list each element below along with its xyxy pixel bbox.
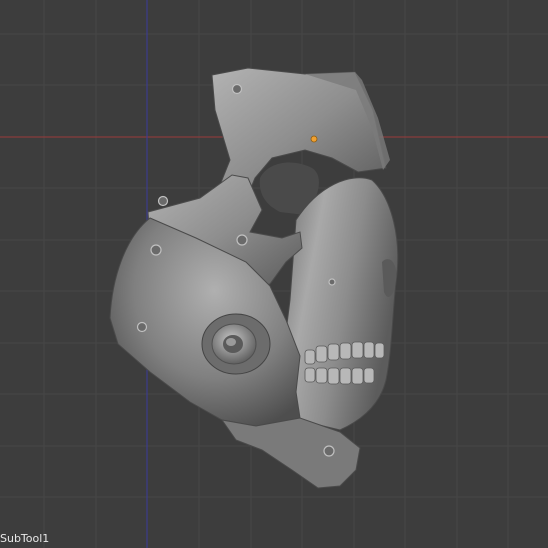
- skull-face: [279, 177, 399, 431]
- origin-marker: [310, 135, 318, 143]
- sculpt-model[interactable]: [0, 0, 548, 548]
- jaw-hinge: [201, 313, 271, 375]
- subtool-label: SubTool1: [0, 532, 50, 545]
- 3d-viewport[interactable]: SubTool1: [0, 0, 548, 548]
